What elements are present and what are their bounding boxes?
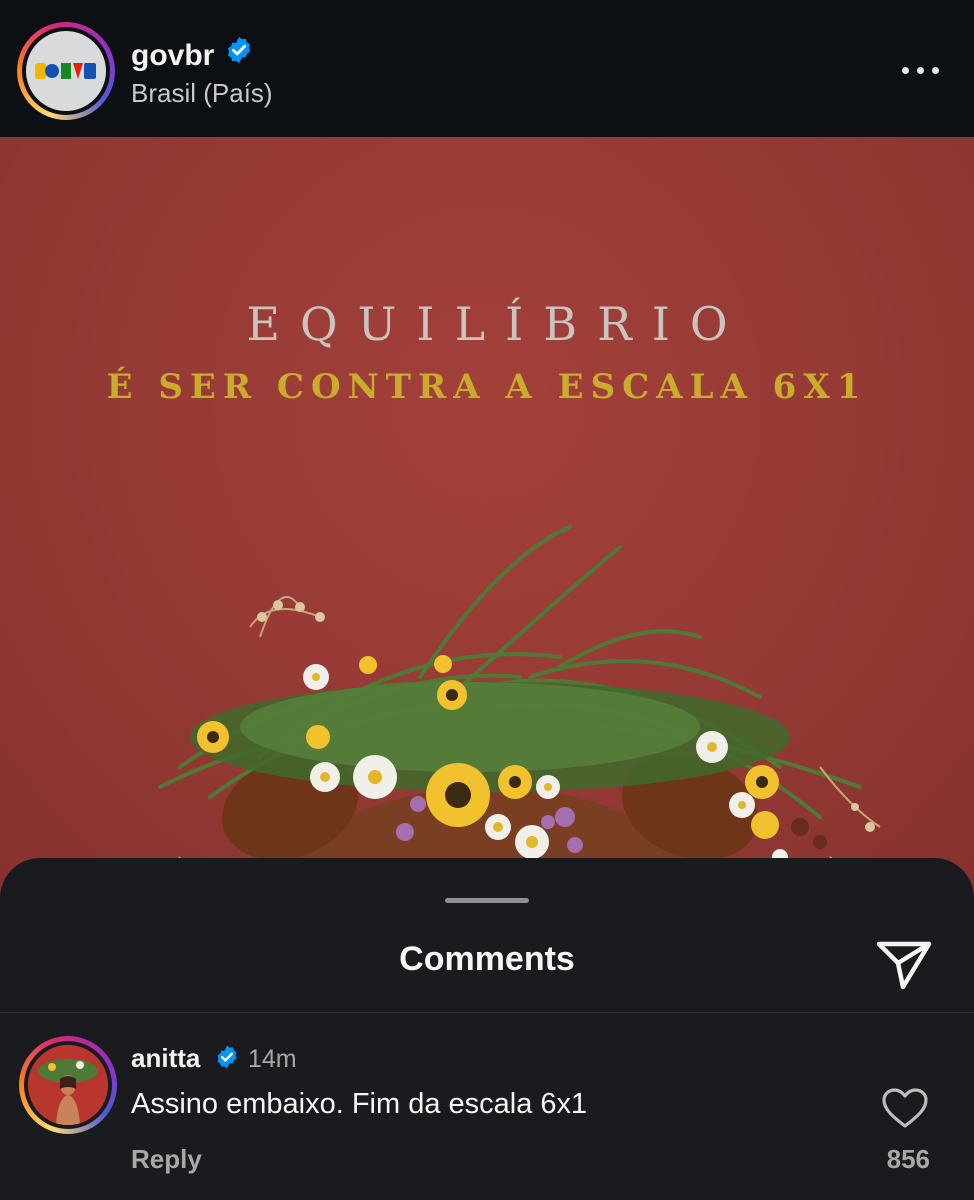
comment-username[interactable]: anitta (131, 1043, 200, 1074)
post-header: govbr Brasil (País) (0, 0, 974, 137)
post-username[interactable]: govbr (131, 35, 254, 76)
post-location[interactable]: Brasil (País) (131, 78, 273, 109)
heart-icon[interactable] (880, 1086, 930, 1130)
story-ring[interactable] (19, 1036, 117, 1134)
flower-crown-illustration (158, 525, 881, 897)
send-icon[interactable] (872, 930, 936, 994)
gov-br-logo (35, 63, 96, 79)
avatar[interactable] (28, 1045, 108, 1125)
avatar-photo (28, 1045, 108, 1125)
comment-text: Assino embaixo. Fim da escala 6x1 (131, 1088, 588, 1120)
post-image-title: EQUILÍBRIO (246, 297, 748, 351)
comments-sheet: Comments anitta 14m Assino embaixo. Fim … (0, 858, 974, 1200)
post-image[interactable]: EQUILÍBRIO É SER CONTRA A ESCALA 6X1 (0, 137, 974, 897)
reply-button[interactable]: Reply (131, 1144, 202, 1175)
more-options-icon[interactable] (896, 55, 946, 85)
avatar[interactable] (26, 31, 106, 111)
story-ring[interactable] (17, 22, 115, 120)
post-image-subtitle: É SER CONTRA A ESCALA 6X1 (106, 367, 868, 407)
comment-timestamp: 14m (248, 1045, 297, 1073)
divider (0, 1012, 974, 1013)
like-count: 856 (886, 1144, 930, 1174)
verified-badge-icon (214, 1044, 240, 1075)
sheet-grabber[interactable] (445, 898, 529, 903)
comments-title: Comments (399, 940, 575, 978)
verified-badge-icon (224, 35, 254, 73)
